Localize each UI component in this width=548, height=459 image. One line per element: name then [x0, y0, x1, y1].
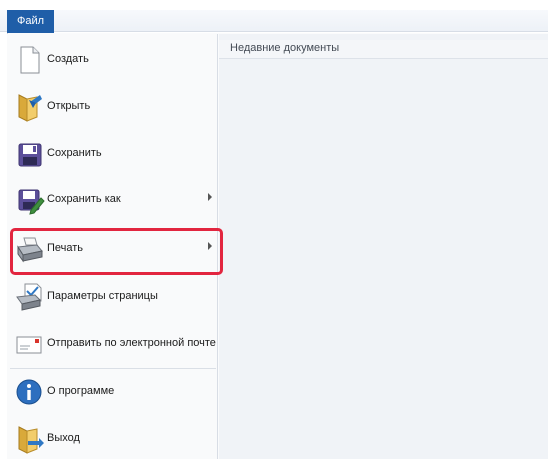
menu-item-label: Создать	[47, 53, 89, 65]
submenu-arrow-icon	[208, 193, 212, 201]
menu-separator	[10, 368, 216, 369]
menu-item-label: О программе	[47, 385, 115, 397]
menu-item-save[interactable]: Сохранить	[8, 132, 216, 176]
ribbon-tab-strip	[0, 10, 548, 32]
menu-item-about[interactable]: О программе	[8, 370, 216, 414]
email-icon	[13, 328, 45, 360]
menu-item-page-setup[interactable]: Параметры страницы	[8, 275, 216, 319]
menu-item-open[interactable]: Открыть	[8, 85, 216, 129]
open-folder-icon	[13, 91, 45, 123]
menu-item-label: Открыть	[47, 100, 91, 112]
recent-documents-title: Недавние документы	[230, 42, 340, 54]
menu-item-label: Сохранить	[47, 147, 102, 159]
save-as-icon	[13, 184, 45, 216]
page-setup-icon	[13, 281, 45, 313]
menu-item-new[interactable]: Создать	[8, 38, 216, 82]
menu-item-send-email[interactable]: Отправить по электронной почте	[8, 322, 216, 366]
print-highlight-box	[10, 228, 223, 275]
exit-icon	[13, 423, 45, 455]
info-icon	[13, 376, 45, 408]
menu-item-label: Отправить по электронной почте	[47, 337, 216, 349]
menu-item-label: Параметры страницы	[47, 290, 158, 302]
recent-documents-pane	[219, 34, 548, 459]
menu-item-exit[interactable]: Выход	[8, 417, 216, 459]
menu-item-label: Сохранить как	[47, 193, 121, 205]
save-disk-icon	[13, 138, 45, 170]
menu-item-save-as[interactable]: Сохранить как	[8, 178, 216, 222]
file-tab[interactable]: Файл	[7, 10, 54, 33]
new-document-icon	[13, 44, 45, 76]
menu-item-label: Выход	[47, 432, 80, 444]
